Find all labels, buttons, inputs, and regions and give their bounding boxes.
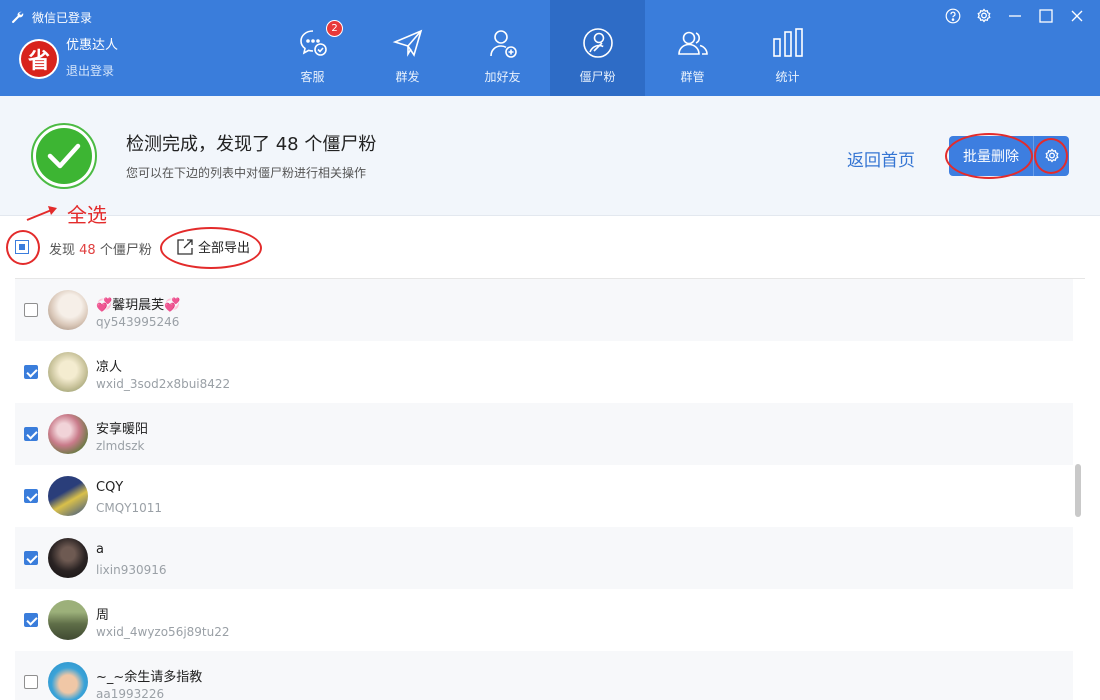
contact-name: 安享暖阳	[96, 422, 149, 437]
result-subtitle: 您可以在下边的列表中对僵尸粉进行相关操作	[126, 166, 367, 180]
contact-name: 💞馨玥晨芙💞	[96, 298, 181, 313]
chat-icon	[299, 30, 327, 56]
found-count: 48	[79, 243, 96, 258]
window-controls	[941, 7, 1088, 25]
row-checkbox[interactable]	[24, 427, 38, 441]
contact-id: aa1993226	[96, 687, 165, 700]
zombie-fan-icon	[582, 28, 613, 58]
export-all-label: 全部导出	[198, 241, 251, 256]
row-checkbox[interactable]	[24, 303, 38, 317]
maximize-icon[interactable]	[1034, 7, 1057, 25]
batch-action-group: 批量删除	[949, 136, 1069, 176]
avatar: 省	[19, 38, 59, 79]
success-icon	[31, 123, 97, 189]
app-header: 微信已登录 省 优惠达人 退出登录 2 客服 群发 加好友 僵尸粉 群管 统计	[0, 0, 1100, 96]
found-count-text: 发现 48 个僵尸粉	[49, 239, 152, 258]
list-toolbar: 发现 48 个僵尸粉 全部导出	[0, 216, 1100, 279]
avatar	[48, 600, 88, 640]
list-scrollbar[interactable]	[1075, 464, 1081, 517]
list-item[interactable]: ~_~余生请多指教 aa1993226	[15, 651, 1073, 700]
avatar	[48, 538, 88, 578]
contact-id: qy543995246	[96, 315, 180, 329]
list-item[interactable]: CQY CMQY1011	[15, 465, 1073, 527]
contact-id: wxid_3sod2x8bui8422	[96, 377, 231, 391]
main-nav: 2 客服 群发 加好友 僵尸粉 群管 统计	[265, 0, 835, 96]
unread-badge: 2	[326, 20, 343, 37]
nav-item-add-friend[interactable]: 加好友	[455, 0, 550, 96]
annotation-arrow-icon	[26, 206, 57, 221]
avatar	[48, 662, 88, 700]
close-icon[interactable]	[1065, 7, 1088, 25]
nav-item-qunfa[interactable]: 群发	[360, 0, 455, 96]
nav-item-group-manage[interactable]: 群管	[645, 0, 740, 96]
list-item[interactable]: 周 wxid_4wyzo56j89tu22	[15, 589, 1073, 651]
avatar	[48, 290, 88, 330]
nav-label: 群发	[395, 70, 420, 84]
help-icon[interactable]	[941, 7, 964, 25]
logout-link[interactable]: 退出登录	[66, 63, 118, 79]
row-checkbox[interactable]	[24, 551, 38, 565]
found-suffix: 个僵尸粉	[99, 243, 152, 258]
avatar	[48, 352, 88, 392]
window-title: 微信已登录	[32, 10, 93, 25]
nav-label: 加好友	[484, 70, 521, 84]
row-checkbox[interactable]	[24, 613, 38, 627]
back-home-link[interactable]: 返回首页	[847, 146, 915, 171]
nav-label: 僵尸粉	[579, 70, 616, 84]
result-panel: 检测完成，发现了 48 个僵尸粉 您可以在下边的列表中对僵尸粉进行相关操作 返回…	[0, 96, 1100, 216]
contact-name: 凉人	[96, 360, 123, 375]
nav-label: 群管	[680, 70, 705, 84]
nav-item-zombie-fans[interactable]: 僵尸粉	[550, 0, 645, 96]
nav-label: 统计	[775, 70, 800, 84]
contact-name: a	[96, 542, 104, 557]
group-manage-icon	[677, 31, 708, 55]
result-title: 检测完成，发现了 48 个僵尸粉	[126, 134, 377, 155]
contact-name: 周	[96, 608, 110, 623]
nav-item-stats[interactable]: 统计	[740, 0, 835, 96]
zombie-fan-list: 💞馨玥晨芙💞 qy543995246 凉人 wxid_3sod2x8bui842…	[15, 279, 1073, 700]
stats-icon	[772, 28, 803, 57]
avatar-logo-char: 省	[21, 40, 57, 77]
found-prefix: 发现	[49, 243, 76, 258]
row-checkbox[interactable]	[24, 489, 38, 503]
list-item[interactable]: 安享暖阳 zlmdszk	[15, 403, 1073, 465]
export-all-button[interactable]: 全部导出	[176, 237, 250, 256]
nav-item-kefu[interactable]: 2 客服	[265, 0, 360, 96]
batch-settings-button[interactable]	[1033, 136, 1069, 176]
user-info: 省 优惠达人 退出登录	[19, 38, 118, 79]
export-icon	[177, 238, 193, 255]
settings-icon[interactable]	[972, 7, 995, 25]
nav-label: 客服	[300, 70, 325, 84]
contact-id: CMQY1011	[96, 501, 163, 515]
contact-id: zlmdszk	[96, 439, 145, 453]
avatar	[48, 414, 88, 454]
batch-delete-button[interactable]: 批量删除	[949, 136, 1033, 176]
gear-icon	[1044, 148, 1059, 163]
add-friend-icon	[489, 30, 517, 58]
send-icon	[392, 29, 422, 57]
window-title-bar: 微信已登录	[10, 8, 92, 26]
list-item[interactable]: 凉人 wxid_3sod2x8bui8422	[15, 341, 1073, 403]
contact-name: CQY	[96, 480, 124, 495]
row-checkbox[interactable]	[24, 365, 38, 379]
minimize-icon[interactable]	[1003, 7, 1026, 25]
contact-name: ~_~余生请多指教	[96, 670, 203, 685]
list-item[interactable]: a lixin930916	[15, 527, 1073, 589]
contact-id: lixin930916	[96, 563, 167, 577]
avatar	[48, 476, 88, 516]
list-item[interactable]: 💞馨玥晨芙💞 qy543995246	[15, 279, 1073, 341]
contact-id: wxid_4wyzo56j89tu22	[96, 625, 230, 639]
row-checkbox[interactable]	[24, 675, 38, 689]
annotation-select-all-label: 全选	[67, 203, 107, 227]
wrench-icon	[11, 11, 24, 23]
user-name: 优惠达人	[66, 38, 119, 53]
select-all-checkbox[interactable]	[15, 240, 29, 254]
